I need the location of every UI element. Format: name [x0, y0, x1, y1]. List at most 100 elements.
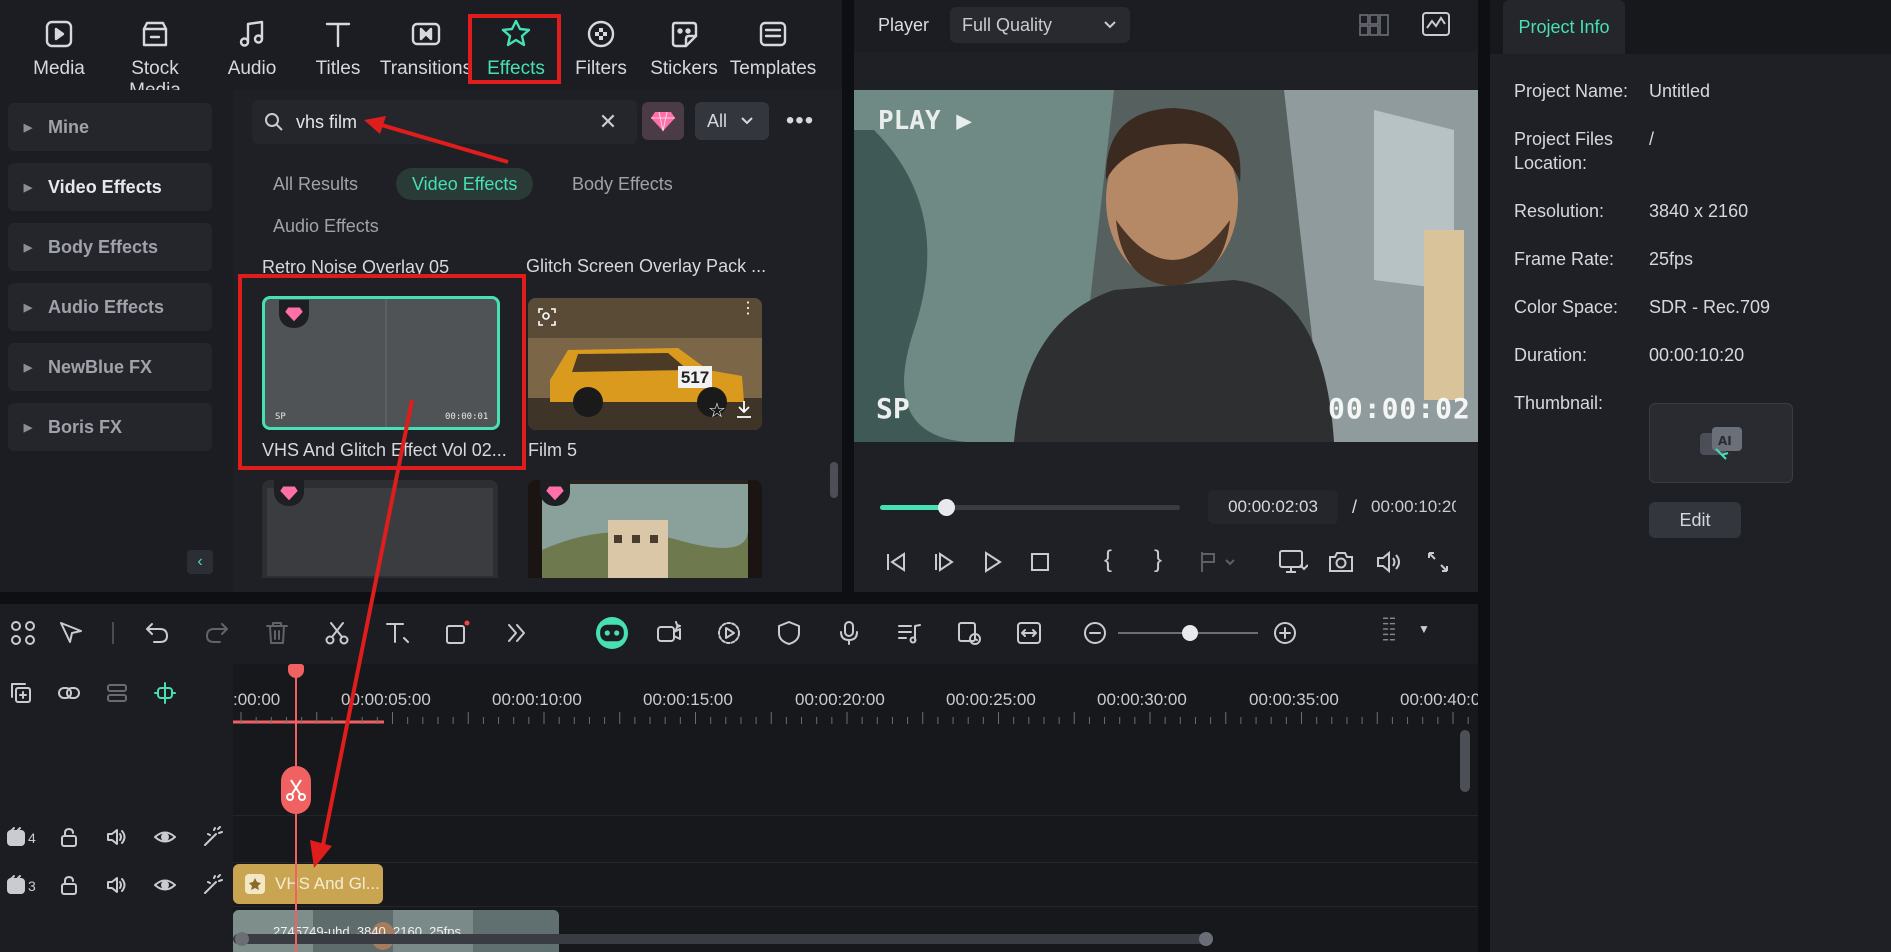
sidebar-item-audio-effects[interactable]: ▶ Audio Effects: [8, 283, 212, 331]
speaker-icon[interactable]: [106, 874, 128, 896]
fit-width-icon[interactable]: [1016, 620, 1042, 646]
lock-icon[interactable]: [58, 826, 80, 848]
scroll-handle-left[interactable]: [235, 932, 249, 946]
sidebar-item-video-effects[interactable]: ▶ Video Effects: [8, 163, 212, 211]
tab-effects[interactable]: Effects: [468, 14, 564, 88]
tab-templates-label: Templates: [729, 58, 817, 79]
effect-card-row3-right[interactable]: [528, 480, 762, 578]
info-label: Thumbnail:: [1514, 393, 1604, 413]
gem-icon: [285, 307, 303, 322]
ai-assistant-icon[interactable]: [596, 617, 628, 649]
timeline-vertical-scrollbar[interactable]: [1460, 730, 1470, 792]
play-icon[interactable]: [980, 550, 1004, 574]
crop-icon[interactable]: [444, 620, 470, 646]
thumb-overlay-sp: SP: [275, 412, 286, 422]
group-icon[interactable]: [106, 682, 128, 704]
microphone-icon[interactable]: [836, 620, 862, 646]
auto-reframe-icon[interactable]: [956, 620, 982, 646]
audio-list-icon[interactable]: [896, 620, 922, 646]
download-icon[interactable]: [734, 398, 754, 420]
magnet-snap-icon[interactable]: [154, 682, 176, 704]
more-tools-icon[interactable]: [504, 620, 530, 646]
magic-wand-icon[interactable]: [202, 874, 224, 896]
playback-progress[interactable]: [880, 499, 1180, 516]
caret-down-icon[interactable]: ▼: [1418, 622, 1430, 636]
eye-icon[interactable]: [154, 874, 176, 896]
caret-right-icon: ▶: [23, 181, 33, 194]
tab-titles[interactable]: Titles: [290, 14, 386, 88]
tab-audio[interactable]: Audio: [204, 14, 300, 88]
tab-stock-media[interactable]: Stock Media: [107, 14, 203, 101]
effect-card-film5[interactable]: 517 ⋮ ☆: [528, 298, 762, 430]
add-track-icon[interactable]: [10, 682, 32, 704]
tab-templates[interactable]: Templates: [723, 14, 823, 88]
favorite-star-icon[interactable]: ☆: [708, 398, 726, 423]
browser-scrollbar[interactable]: [830, 462, 838, 498]
sidebar-item-boris-fx[interactable]: ▶ Boris FX: [8, 403, 212, 451]
sidebar-item-newblue-fx[interactable]: ▶ NewBlue FX: [8, 343, 212, 391]
chip-body-effects[interactable]: Body Effects: [556, 168, 689, 200]
quality-select-value: Full Quality: [962, 14, 1053, 35]
video-track-icon: [7, 827, 25, 846]
more-options-icon[interactable]: •••: [785, 104, 815, 138]
tab-transitions[interactable]: Transitions: [378, 14, 474, 88]
stop-icon[interactable]: [1028, 550, 1052, 574]
caret-right-icon: ▶: [23, 241, 33, 254]
tab-filters[interactable]: Filters: [553, 14, 649, 88]
layout-icon[interactable]: [10, 620, 36, 646]
link-icon[interactable]: [58, 682, 80, 704]
svg-text:AI: AI: [1718, 434, 1732, 448]
mark-out-icon[interactable]: }: [1154, 546, 1162, 574]
grid-view-icon[interactable]: [1358, 12, 1390, 38]
premium-filter-button[interactable]: [642, 102, 684, 140]
timeline-scrollbar[interactable]: [233, 932, 1213, 946]
current-time-field[interactable]: 00:00:02:03: [1208, 490, 1338, 524]
playback-scrubber-handle[interactable]: [938, 499, 955, 516]
marker-icon[interactable]: [1198, 550, 1238, 574]
select-tool-icon[interactable]: [58, 620, 84, 646]
mark-in-icon[interactable]: {: [1104, 546, 1112, 574]
delete-icon[interactable]: [264, 620, 290, 646]
clear-search-icon[interactable]: ✕: [596, 109, 620, 134]
preview-icon[interactable]: [536, 306, 558, 328]
zoom-in-icon[interactable]: [1272, 620, 1298, 646]
filter-select[interactable]: All: [695, 102, 769, 140]
card-menu-icon[interactable]: ⋮: [740, 301, 756, 317]
speed-icon[interactable]: [716, 620, 742, 646]
speaker-icon[interactable]: [106, 826, 128, 848]
display-icon[interactable]: [1278, 549, 1308, 575]
sidebar-item-body-effects[interactable]: ▶ Body Effects: [8, 223, 212, 271]
tab-stickers[interactable]: Stickers: [636, 14, 732, 88]
next-frame-icon[interactable]: [932, 550, 956, 574]
volume-icon[interactable]: [1376, 550, 1404, 574]
zoom-out-icon[interactable]: [1082, 620, 1108, 646]
eye-icon[interactable]: [154, 826, 176, 848]
waveform-monitor-icon[interactable]: [1420, 10, 1452, 38]
sidebar-item-mine[interactable]: ▶ Mine: [8, 103, 212, 151]
zoom-slider-handle[interactable]: [1182, 625, 1198, 641]
zoom-slider[interactable]: [1118, 625, 1258, 641]
collapse-sidebar-button[interactable]: ‹: [187, 550, 213, 574]
chip-video-effects[interactable]: Video Effects: [396, 168, 534, 200]
snapshot-camera-icon[interactable]: [1328, 550, 1354, 574]
lock-icon[interactable]: [58, 874, 80, 896]
track-height-icon[interactable]: [1376, 616, 1402, 642]
video-frame: [854, 90, 1478, 442]
quality-select[interactable]: Full Quality: [950, 7, 1130, 43]
tab-media[interactable]: Media: [11, 14, 107, 88]
tab-project-info[interactable]: Project Info: [1503, 0, 1625, 54]
mask-shield-icon[interactable]: [776, 620, 802, 646]
chip-audio-effects[interactable]: Audio Effects: [257, 210, 395, 242]
ai-video-icon[interactable]: [656, 620, 682, 646]
scroll-handle-right[interactable]: [1199, 932, 1213, 946]
fullscreen-icon[interactable]: [1426, 550, 1450, 574]
sidebar-item-label: Video Effects: [48, 176, 162, 197]
redo-icon[interactable]: [204, 620, 230, 646]
undo-icon[interactable]: [144, 620, 170, 646]
info-label: Project Files Location:: [1514, 129, 1614, 173]
chip-all-results[interactable]: All Results: [257, 168, 374, 200]
video-clip[interactable]: 2745749-uhd_3840_2160_25fps: [233, 910, 559, 952]
magic-wand-icon[interactable]: [202, 826, 224, 848]
previous-frame-icon[interactable]: [884, 550, 908, 574]
edit-thumbnail-button[interactable]: Edit: [1649, 502, 1741, 538]
